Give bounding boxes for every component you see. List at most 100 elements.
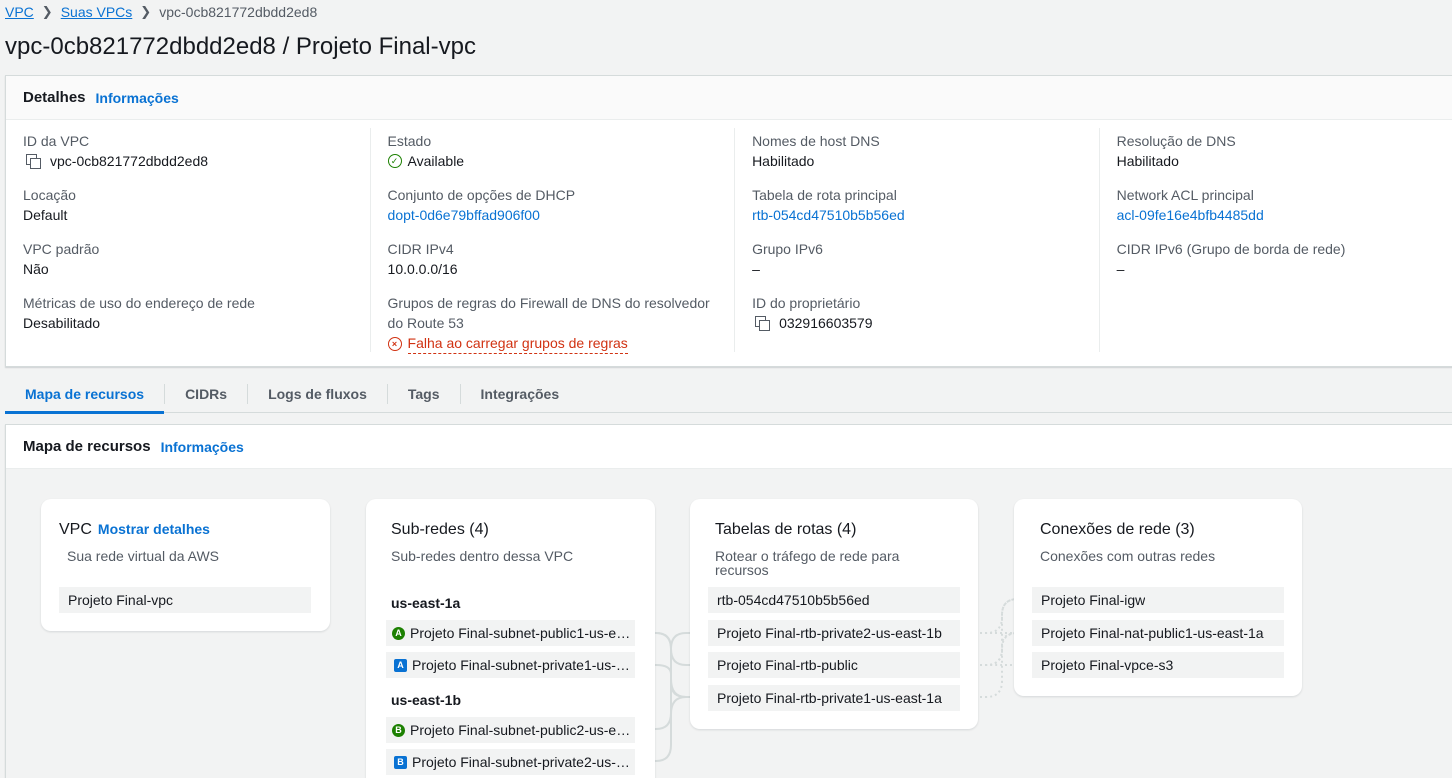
- cidr-ipv6-value: –: [1116, 261, 1125, 277]
- subnet-item[interactable]: B Projeto Final-subnet-private2-us-east-…: [386, 749, 635, 775]
- dns-hostnames-value: Habilitado: [752, 153, 815, 169]
- tab-tags[interactable]: Tags: [388, 383, 461, 404]
- resource-map-info-link[interactable]: Informações: [161, 439, 244, 455]
- connection-item[interactable]: Projeto Final-nat-public1-us-east-1a: [1032, 620, 1284, 646]
- breadcrumb-vpc-link[interactable]: VPC: [5, 4, 34, 20]
- network-connections-card-subtitle: Conexões com outras redes: [1040, 548, 1216, 564]
- subnets-card: Sub-redes (4) Sub-redes dentro dessa VPC…: [366, 499, 655, 778]
- owner-id-label: ID do proprietário: [752, 295, 861, 311]
- breadcrumb: VPC ❯ Suas VPCs ❯ vpc-0cb821772dbdd2ed8: [5, 3, 317, 21]
- public-subnet-b-icon: B: [392, 723, 405, 737]
- details-panel: Detalhes Informações ID da VPC vpc-0cb82…: [5, 75, 1452, 367]
- resource-map-panel: Mapa de recursos Informações VPC Mostrar…: [5, 424, 1452, 778]
- default-vpc-label: VPC padrão: [23, 241, 100, 257]
- vpc-item-label: Projeto Final-vpc: [68, 592, 174, 608]
- route-table-item[interactable]: Projeto Final-rtb-private1-us-east-1a: [708, 685, 960, 711]
- chevron-right-icon: ❯: [140, 4, 152, 19]
- dns-firewall-error[interactable]: Falha ao carregar grupos de regras: [407, 333, 628, 354]
- subnet-item[interactable]: A Projeto Final-subnet-public1-us-east-1…: [386, 620, 635, 646]
- az-label-1a: us-east-1a: [391, 595, 461, 611]
- network-metrics-label: Métricas de uso do endereço de rede: [23, 295, 255, 311]
- dns-resolution-label: Resolução de DNS: [1116, 133, 1236, 149]
- resource-map-header: Mapa de recursos Informações: [6, 425, 1452, 469]
- route-tables-card: Tabelas de rotas (4) Rotear o tráfego de…: [690, 499, 978, 729]
- vpc-card-title: VPC: [59, 521, 92, 538]
- connection-item-label: Projeto Final-vpce-s3: [1041, 657, 1174, 673]
- main-route-table-label: Tabela de rota principal: [752, 187, 897, 203]
- route-table-item[interactable]: rtb-054cd47510b5b56ed: [708, 587, 960, 613]
- resource-map-canvas: VPC Mostrar detalhes Sua rede virtual da…: [6, 469, 1452, 778]
- main-acl-label: Network ACL principal: [1116, 187, 1254, 203]
- subnet-item-label: Projeto Final-subnet-private2-us-east-1b: [412, 754, 635, 770]
- subnet-item-label: Projeto Final-subnet-public1-us-east-1a: [410, 625, 635, 641]
- tenancy-value: Default: [23, 207, 68, 223]
- network-connections-card: Conexões de rede (3) Conexões com outras…: [1014, 499, 1302, 696]
- subnet-item-label: Projeto Final-subnet-private1-us-east-1a: [412, 657, 635, 673]
- subnets-card-subtitle: Sub-redes dentro dessa VPC: [391, 548, 574, 564]
- vpc-id-value: vpc-0cb821772dbdd2ed8: [50, 153, 209, 169]
- route-table-item-label: Projeto Final-rtb-private1-us-east-1a: [717, 690, 942, 706]
- vpc-card: VPC Mostrar detalhes Sua rede virtual da…: [41, 499, 330, 631]
- vpc-id-label: ID da VPC: [23, 133, 90, 149]
- cidr-ipv4-value: 10.0.0.0/16: [387, 261, 458, 277]
- page-title: vpc-0cb821772dbdd2ed8 / Projeto Final-vp…: [5, 33, 476, 60]
- details-column-2: Estado ✓ Available Conjunto de opções de …: [371, 128, 736, 354]
- owner-id-value: 032916603579: [779, 315, 873, 331]
- private-subnet-b-icon: B: [394, 755, 407, 769]
- tenancy-label: Locação: [23, 187, 76, 203]
- connection-item-label: Projeto Final-nat-public1-us-east-1a: [1041, 625, 1264, 641]
- tab-resource-map[interactable]: Mapa de recursos: [5, 383, 166, 414]
- show-details-link[interactable]: Mostrar detalhes: [98, 521, 210, 537]
- route-table-item-label: Projeto Final-rtb-private2-us-east-1b: [717, 625, 942, 641]
- private-subnet-a-icon: A: [394, 658, 407, 672]
- details-title: Detalhes: [23, 89, 86, 106]
- connection-item[interactable]: Projeto Final-igw: [1032, 587, 1284, 613]
- details-column-1: ID da VPC vpc-0cb821772dbdd2ed8 Locação …: [6, 128, 371, 352]
- connection-item-label: Projeto Final-igw: [1041, 592, 1146, 608]
- dns-firewall-label: Grupos de regras do Firewall de DNS do r…: [387, 295, 710, 331]
- breadcrumb-vpcs-link[interactable]: Suas VPCs: [61, 4, 133, 20]
- details-column-3: Nomes de host DNS Habilitado Tabela de r…: [735, 128, 1100, 352]
- route-table-item[interactable]: Projeto Final-rtb-private2-us-east-1b: [708, 620, 960, 646]
- copy-icon[interactable]: [26, 154, 41, 169]
- ipv6-pool-label: Grupo IPv6: [752, 241, 823, 257]
- subnet-item[interactable]: B Projeto Final-subnet-public2-us-east-1…: [386, 717, 635, 743]
- subnet-item[interactable]: A Projeto Final-subnet-private1-us-east-…: [386, 652, 635, 678]
- breadcrumb-current: vpc-0cb821772dbdd2ed8: [159, 4, 318, 20]
- route-table-item-label: rtb-054cd47510b5b56ed: [717, 592, 870, 608]
- network-connections-card-title: Conexões de rede (3): [1040, 521, 1195, 538]
- copy-icon[interactable]: [755, 316, 771, 331]
- main-route-table-link[interactable]: rtb-054cd47510b5b56ed: [752, 205, 1082, 225]
- vpc-card-subtitle: Sua rede virtual da AWS: [67, 548, 220, 564]
- tab-cidrs[interactable]: CIDRs: [165, 383, 249, 404]
- cidr-ipv4-label: CIDR IPv4: [387, 241, 454, 257]
- subnets-card-title: Sub-redes (4): [391, 521, 489, 538]
- dhcp-link[interactable]: dopt-0d6e79bffad906f00: [388, 205, 718, 225]
- public-subnet-a-icon: A: [392, 626, 405, 640]
- resource-map-title: Mapa de recursos: [23, 438, 151, 455]
- connection-item[interactable]: Projeto Final-vpce-s3: [1032, 652, 1284, 678]
- default-vpc-value: Não: [23, 261, 49, 277]
- main-acl-link[interactable]: acl-09fe16e4bfb4485dd: [1117, 205, 1447, 225]
- error-circle-icon: ×: [387, 336, 402, 351]
- tab-flow-logs[interactable]: Logs de fluxos: [248, 383, 388, 404]
- vpc-item[interactable]: Projeto Final-vpc: [59, 587, 311, 613]
- dns-resolution-value: Habilitado: [1116, 153, 1179, 169]
- details-column-4: Resolução de DNS Habilitado Network ACL …: [1100, 128, 1452, 352]
- chevron-right-icon: ❯: [41, 4, 53, 19]
- details-info-link[interactable]: Informações: [96, 90, 179, 106]
- subnet-item-label: Projeto Final-subnet-public2-us-east-1b: [410, 722, 635, 738]
- state-value: Available: [407, 153, 465, 169]
- check-circle-icon: ✓: [387, 154, 402, 168]
- network-metrics-value: Desabilitado: [23, 315, 101, 331]
- tab-integrations[interactable]: Integrações: [461, 384, 580, 404]
- az-label-1b: us-east-1b: [391, 692, 462, 708]
- route-table-item[interactable]: Projeto Final-rtb-public: [708, 652, 960, 678]
- route-tables-card-title: Tabelas de rotas (4): [715, 521, 857, 538]
- state-label: Estado: [387, 133, 432, 149]
- ipv6-pool-value: –: [752, 261, 760, 277]
- details-header: Detalhes Informações: [6, 76, 1452, 120]
- dhcp-label: Conjunto de opções de DHCP: [387, 187, 576, 203]
- route-tables-card-subtitle: Rotear o tráfego de rede para recursos: [715, 548, 900, 578]
- dns-hostnames-label: Nomes de host DNS: [752, 133, 880, 149]
